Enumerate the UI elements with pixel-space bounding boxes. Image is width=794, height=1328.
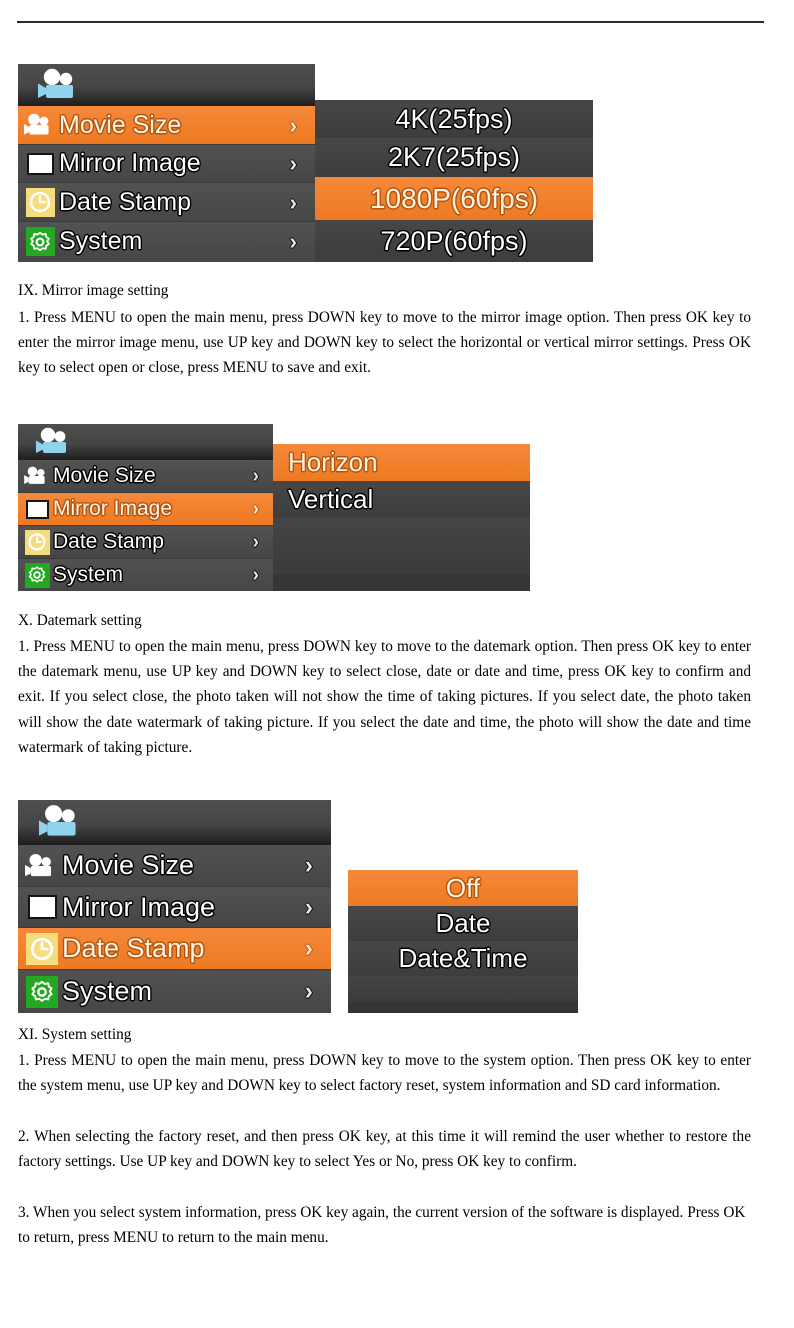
menu-item-label: Date Stamp — [53, 530, 164, 553]
menu-item-system[interactable]: System › — [18, 559, 273, 591]
video-camera-icon — [38, 68, 73, 98]
submenu-empty-area — [348, 976, 578, 1002]
video-camera-icon — [22, 853, 62, 879]
menu-item-system[interactable]: System › — [18, 970, 331, 1013]
menu-header — [18, 800, 331, 845]
option-date[interactable]: Date — [348, 906, 578, 941]
clock-icon — [21, 187, 59, 217]
section-x-paragraph-1: 1. Press MENU to open the main menu, pre… — [18, 638, 751, 756]
menu-item-movie-size[interactable]: Movie Size › — [18, 460, 273, 493]
option-date-time[interactable]: Date&Time — [348, 941, 578, 976]
menu-item-mirror-image[interactable]: Mirror Image › — [18, 145, 315, 183]
option-2k7[interactable]: 2K7(25fps) — [315, 138, 593, 177]
video-camera-icon — [39, 805, 76, 836]
video-camera-icon — [21, 113, 59, 137]
section-ix-paragraph-1: 1. Press MENU to open the main menu, pre… — [18, 309, 751, 377]
submenu-empty-area — [273, 517, 530, 575]
menu-item-label: Movie Size — [53, 464, 156, 487]
video-camera-icon — [36, 427, 66, 453]
menu-item-label: System — [62, 976, 153, 1006]
menu-item-date-stamp[interactable]: Date Stamp › — [18, 526, 273, 559]
menu-item-label: Movie Size — [62, 850, 195, 880]
option-1080p[interactable]: 1080P(60fps) — [315, 177, 593, 220]
chevron-right-icon: › — [252, 530, 259, 553]
section-heading-x: X. Datemark setting — [18, 612, 142, 629]
menu-item-date-stamp[interactable]: Date Stamp › — [18, 183, 315, 222]
mirror-image-main-menu: Movie Size › Mirror Image › Date Stamp ›… — [18, 424, 273, 591]
gear-icon — [21, 562, 53, 588]
menu-item-label: Date Stamp — [59, 187, 192, 216]
mirror-square-icon — [21, 152, 59, 175]
menu-header — [18, 64, 315, 106]
osd-screenshot-movie-size: 4K(25fps) 2K7(25fps) 1080P(60fps) 720P(6… — [18, 64, 593, 262]
menu-item-label: System — [59, 227, 143, 255]
page-top-rule — [17, 21, 764, 23]
clock-icon — [21, 529, 53, 555]
menu-item-mirror-image[interactable]: Mirror Image › — [18, 887, 331, 928]
clock-icon — [22, 932, 62, 965]
menu-item-system[interactable]: System › — [18, 222, 315, 261]
submenu-bottom-strip — [273, 575, 530, 591]
chevron-right-icon: › — [289, 111, 297, 138]
submenu-bottom-strip — [348, 1002, 578, 1013]
menu-item-date-stamp[interactable]: Date Stamp › — [18, 928, 331, 970]
osd-screenshot-mirror-image: Horizon Vertical Movie Size › Mirror Ima… — [18, 424, 530, 591]
menu-item-mirror-image[interactable]: Mirror Image › — [18, 493, 273, 526]
osd-screenshot-date-stamp: Off Date Date&Time Movie Size › Mirror I… — [18, 800, 578, 1013]
mirror-square-icon — [21, 499, 53, 519]
menu-item-label: Mirror Image — [53, 497, 173, 520]
section-heading-xi: XI. System setting — [18, 1026, 132, 1043]
menu-header — [18, 424, 273, 460]
mirror-image-submenu: Horizon Vertical — [273, 444, 530, 591]
mirror-square-icon — [22, 895, 62, 919]
chevron-right-icon: › — [289, 188, 297, 215]
option-720p[interactable]: 720P(60fps) — [315, 220, 593, 262]
chevron-right-icon: › — [304, 934, 313, 962]
date-stamp-main-menu: Movie Size › Mirror Image › Date Stamp ›… — [18, 800, 331, 1013]
option-vertical[interactable]: Vertical — [273, 481, 530, 517]
menu-item-label: System — [53, 563, 124, 586]
option-off[interactable]: Off — [348, 870, 578, 906]
chevron-right-icon: › — [252, 563, 259, 586]
chevron-right-icon: › — [289, 150, 297, 176]
option-4k[interactable]: 4K(25fps) — [315, 100, 593, 138]
chevron-right-icon: › — [304, 851, 313, 879]
gear-icon — [21, 227, 59, 256]
gear-icon — [22, 975, 62, 1008]
chevron-right-icon: › — [304, 977, 313, 1005]
chevron-right-icon: › — [304, 892, 313, 921]
date-stamp-submenu: Off Date Date&Time — [348, 870, 578, 1013]
video-camera-icon — [21, 466, 53, 486]
menu-item-label: Date Stamp — [62, 933, 205, 963]
section-heading-ix: IX. Mirror image setting — [18, 282, 169, 299]
chevron-right-icon: › — [252, 464, 259, 487]
section-xi-paragraph-1: 1. Press MENU to open the main menu, pre… — [18, 1052, 751, 1095]
option-horizon[interactable]: Horizon — [273, 444, 530, 481]
menu-item-label: Mirror Image — [62, 891, 216, 922]
menu-item-label: Movie Size — [59, 110, 182, 139]
movie-size-main-menu: Movie Size › Mirror Image › Date Stamp ›… — [18, 64, 315, 262]
movie-size-submenu: 4K(25fps) 2K7(25fps) 1080P(60fps) 720P(6… — [315, 100, 593, 262]
section-xi-paragraph-2: 2. When selecting the factory reset, and… — [18, 1128, 751, 1171]
section-xi-paragraph-3: 3. When you select system information, p… — [18, 1204, 746, 1247]
menu-item-label: Mirror Image — [59, 149, 201, 177]
menu-item-movie-size[interactable]: Movie Size › — [18, 106, 315, 145]
menu-item-movie-size[interactable]: Movie Size › — [18, 845, 331, 887]
chevron-right-icon: › — [252, 497, 259, 520]
chevron-right-icon: › — [289, 228, 297, 254]
